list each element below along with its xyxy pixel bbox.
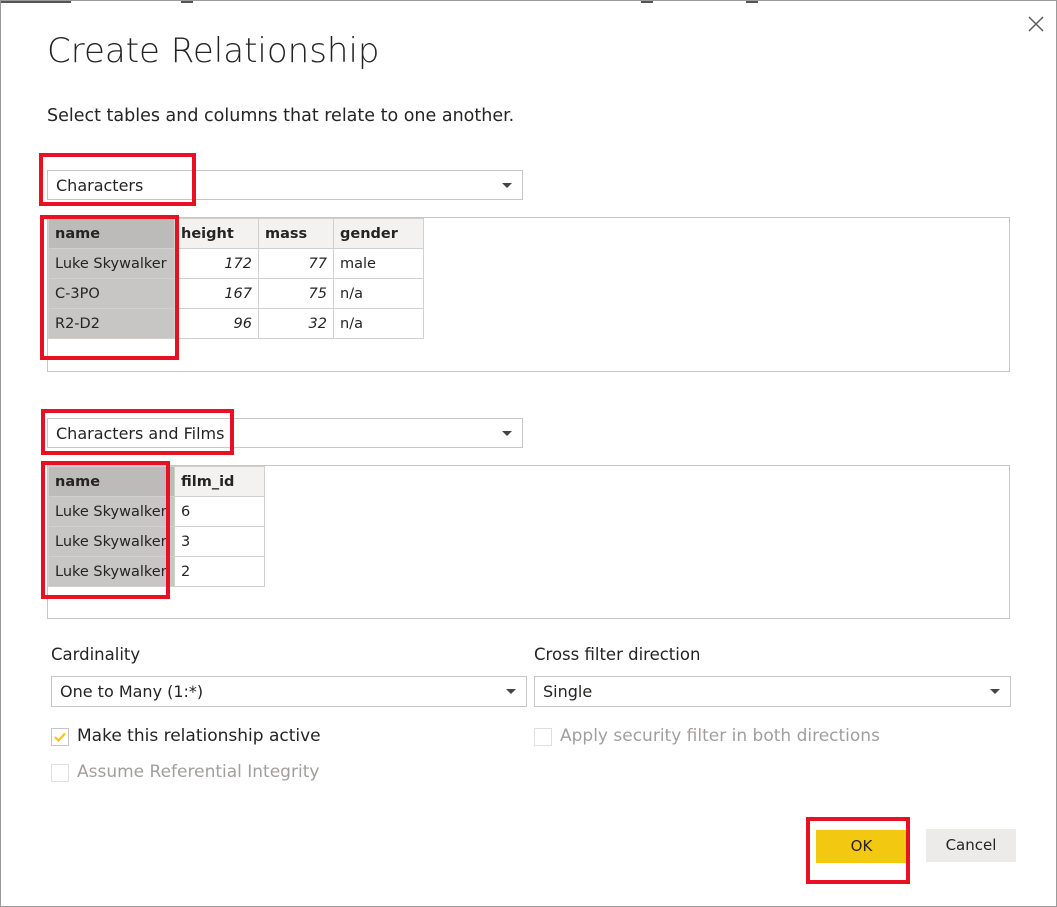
column-header-height[interactable]: height	[174, 218, 259, 249]
table2-preview: name film_id Luke Skywalker 6 Luke Skywa…	[47, 465, 1010, 619]
table-cell[interactable]: Luke Skywalker	[48, 496, 175, 527]
close-icon[interactable]	[1025, 13, 1047, 35]
checkmark-icon	[54, 732, 66, 743]
dialog-subtitle: Select tables and columns that relate to…	[47, 106, 515, 126]
table-cell: 3	[174, 526, 265, 557]
table-cell: 6	[174, 496, 265, 527]
active-checkbox-label: Make this relationship active	[77, 726, 321, 746]
table1-dropdown[interactable]: Characters	[47, 170, 523, 200]
chevron-down-icon	[990, 689, 1000, 694]
table-header-row: name film_id	[48, 466, 265, 497]
referential-integrity-checkbox[interactable]	[51, 764, 69, 782]
table-cell[interactable]: C-3PO	[48, 278, 175, 309]
background-window-edge	[1, 1, 1057, 4]
table-cell[interactable]: Luke Skywalker	[48, 526, 175, 557]
create-relationship-dialog: Create Relationship Select tables and co…	[0, 0, 1057, 907]
active-checkbox[interactable]	[51, 728, 69, 746]
table-row: C-3PO 167 75 n/a	[48, 278, 424, 309]
table-cell[interactable]: Luke Skywalker	[48, 248, 175, 279]
cancel-button[interactable]: Cancel	[926, 829, 1016, 862]
dialog-title: Create Relationship	[47, 31, 380, 71]
table-cell: 172	[174, 248, 259, 279]
cardinality-value: One to Many (1:*)	[60, 682, 204, 701]
table-cell: 96	[174, 308, 259, 339]
chevron-down-icon	[502, 183, 512, 188]
table1-grid: name height mass gender Luke Skywalker 1…	[48, 218, 424, 339]
table2-grid: name film_id Luke Skywalker 6 Luke Skywa…	[48, 466, 265, 587]
table2-dropdown-value: Characters and Films	[56, 424, 225, 443]
table-cell: 2	[174, 556, 265, 587]
security-filter-label: Apply security filter in both directions	[560, 726, 880, 746]
table1-preview: name height mass gender Luke Skywalker 1…	[47, 217, 1010, 372]
column-header-film-id[interactable]: film_id	[174, 466, 265, 497]
table-row: Luke Skywalker 172 77 male	[48, 248, 424, 279]
cross-filter-value: Single	[543, 682, 593, 701]
table-row: R2-D2 96 32 n/a	[48, 308, 424, 339]
ok-button[interactable]: OK	[816, 830, 907, 863]
table-cell: male	[333, 248, 424, 279]
cardinality-dropdown[interactable]: One to Many (1:*)	[51, 676, 527, 707]
table-cell: 32	[258, 308, 334, 339]
table-cell: 77	[258, 248, 334, 279]
table-cell: n/a	[333, 278, 424, 309]
table1-dropdown-value: Characters	[56, 176, 144, 195]
table-cell[interactable]: R2-D2	[48, 308, 175, 339]
cross-filter-label: Cross filter direction	[534, 645, 701, 664]
column-header-name[interactable]: name	[48, 218, 175, 249]
table-row: Luke Skywalker 6	[48, 496, 265, 527]
cross-filter-dropdown[interactable]: Single	[534, 676, 1011, 707]
chevron-down-icon	[502, 431, 512, 436]
table-header-row: name height mass gender	[48, 218, 424, 249]
security-filter-checkbox[interactable]	[534, 728, 552, 746]
table2-dropdown[interactable]: Characters and Films	[47, 418, 523, 448]
column-header-name[interactable]: name	[48, 466, 175, 497]
table-cell: n/a	[333, 308, 424, 339]
referential-integrity-label: Assume Referential Integrity	[77, 762, 320, 782]
column-header-mass[interactable]: mass	[258, 218, 334, 249]
table-cell[interactable]: Luke Skywalker	[48, 556, 175, 587]
table-cell: 167	[174, 278, 259, 309]
table-cell: 75	[258, 278, 334, 309]
table-row: Luke Skywalker 2	[48, 556, 265, 587]
table-row: Luke Skywalker 3	[48, 526, 265, 557]
column-header-gender[interactable]: gender	[333, 218, 424, 249]
chevron-down-icon	[506, 689, 516, 694]
cardinality-label: Cardinality	[51, 645, 141, 664]
